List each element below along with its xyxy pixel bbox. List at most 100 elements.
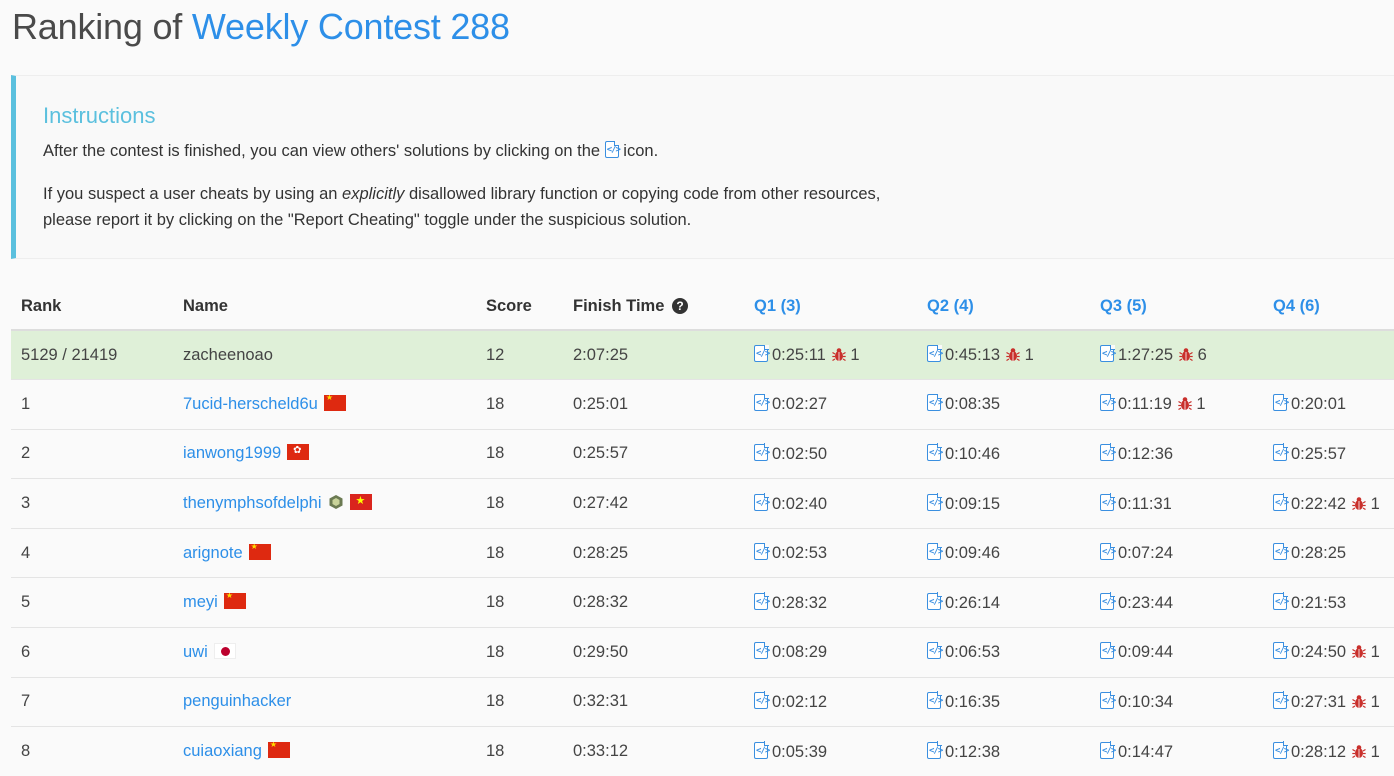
code-file-icon[interactable]: </> (1100, 344, 1116, 363)
code-file-icon[interactable]: </> (754, 592, 770, 610)
code-file-icon[interactable]: </> (1100, 592, 1116, 610)
code-file-icon[interactable]: </> (927, 741, 943, 759)
solve-time: 0:28:32 (772, 593, 828, 612)
wrong-attempts: 1 (1352, 693, 1380, 711)
rank-cell: 2 (11, 428, 173, 479)
user-link[interactable]: ianwong1999 (183, 444, 281, 462)
code-file-icon[interactable]: </> (1273, 542, 1289, 561)
solve-time: 0:07:24 (1118, 544, 1174, 563)
solve-time: 0:12:38 (945, 742, 1001, 761)
q3-cell: </> 0:12:36 (1090, 428, 1263, 479)
code-file-icon[interactable]: </> (754, 641, 770, 660)
code-file-icon[interactable]: </> (754, 493, 770, 511)
q1-cell: </> 0:05:39 (744, 726, 917, 776)
q2-cell: </> 0:26:14 (917, 577, 1090, 628)
code-file-icon[interactable]: </> (1273, 393, 1289, 412)
code-file-icon[interactable]: </> (1100, 393, 1116, 412)
instructions-text: After the contest is finished, you can v… (43, 142, 601, 160)
code-file-icon[interactable]: </> (1273, 493, 1289, 511)
instructions-line-3: please report it by clicking on the "Rep… (43, 211, 692, 229)
contest-link[interactable]: Weekly Contest 288 (192, 6, 510, 47)
code-file-icon[interactable]: </> (1273, 641, 1289, 660)
code-file-icon[interactable]: </> (1100, 691, 1116, 709)
rank-cell: 3 (11, 478, 173, 529)
header-q1[interactable]: Q1 (3) (744, 284, 917, 331)
user-link[interactable]: meyi (183, 593, 218, 611)
solve-time: 1:27:25 (1118, 346, 1174, 365)
code-file-icon[interactable]: </> (754, 443, 770, 461)
code-file-icon[interactable]: </> (754, 741, 770, 759)
header-q3[interactable]: Q3 (5) (1090, 284, 1263, 331)
code-file-icon[interactable]: </> (1100, 493, 1116, 511)
country-flag-icon (223, 593, 246, 610)
code-file-icon[interactable]: </> (1273, 691, 1289, 709)
name-cell: zacheenoao (173, 330, 476, 380)
code-file-icon[interactable]: </> (927, 443, 943, 461)
code-file-icon[interactable]: </> (1100, 443, 1116, 461)
name-cell: meyi (173, 577, 476, 628)
code-file-icon[interactable]: </> (927, 592, 943, 610)
code-file-icon[interactable]: </> (927, 691, 943, 709)
solve-time: 0:25:57 (1291, 444, 1347, 463)
table-row: 3thenymphsofdelphi180:27:42</>0:02:40</>… (11, 478, 1394, 529)
header-q2[interactable]: Q2 (4) (917, 284, 1090, 331)
code-file-icon[interactable]: </> (1100, 542, 1116, 561)
code-file-icon[interactable]: </> (927, 641, 943, 660)
code-file-icon[interactable]: </> (927, 542, 943, 561)
code-file-icon[interactable]: </> (754, 393, 770, 412)
instructions-text: icon. (623, 142, 659, 160)
question-circle-icon[interactable]: ? (671, 298, 688, 314)
user-link[interactable]: arignote (183, 544, 243, 562)
q4-cell: </> 0:28:25 (1263, 527, 1394, 578)
code-file-icon[interactable]: </> (754, 344, 770, 363)
code-file-icon[interactable]: </> (927, 344, 943, 363)
code-file-icon[interactable]: </> (1100, 641, 1116, 660)
wrong-attempts: 1 (832, 346, 860, 364)
code-file-icon[interactable]: </> (1100, 741, 1116, 759)
name-cell: uwi (173, 627, 476, 678)
finish-time-cell: 0:33:12 (563, 726, 744, 776)
code-file-icon[interactable]: </> (754, 691, 770, 709)
code-file-icon[interactable]: </> (1273, 741, 1289, 759)
code-file-icon[interactable]: </> (1273, 443, 1289, 461)
header-q4[interactable]: Q4 (6) (1263, 284, 1394, 331)
name-cell: 7ucid-herscheld6u (173, 379, 476, 430)
finish-time-cell: 0:25:57 (563, 428, 744, 479)
score-cell: 18 (476, 428, 563, 479)
score-cell: 18 (476, 379, 563, 430)
user-link[interactable]: penguinhacker (183, 692, 291, 710)
code-file-icon[interactable]: </> (927, 493, 943, 511)
wrong-attempts: 1 (1352, 643, 1380, 661)
wrong-count: 1 (1370, 494, 1380, 513)
user-link[interactable]: uwi (183, 643, 208, 661)
instructions-text: disallowed library function or copying c… (408, 185, 881, 203)
code-file-icon[interactable]: </> (1273, 592, 1289, 610)
q4-cell: </> 0:24:50 1 (1263, 627, 1394, 678)
instructions-line-1: After the contest is finished, you can v… (43, 138, 658, 164)
country-flag-icon (323, 394, 346, 411)
user-link[interactable]: 7ucid-herscheld6u (183, 395, 318, 413)
instructions-line-2: If you suspect a user cheats by using an… (43, 181, 880, 207)
q4-cell: </> 0:28:12 1 (1263, 726, 1394, 776)
bug-icon (1178, 397, 1192, 411)
code-file-icon[interactable]: </> (927, 393, 943, 412)
solve-time: 0:10:46 (945, 444, 1001, 463)
q4-cell: </> 0:25:57 (1263, 428, 1394, 479)
q4-cell: </> 0:20:01 (1263, 379, 1394, 430)
rank-cell: 5129 / 21419 (11, 330, 173, 380)
code-file-icon[interactable]: </> (754, 542, 770, 561)
wrong-count: 1 (1196, 395, 1206, 414)
q1-cell: </> 0:02:12 (744, 676, 917, 727)
solve-time: 0:25:11 (772, 346, 826, 365)
wrong-attempts: 1 (1352, 495, 1380, 513)
solve-time: 0:11:19 (1118, 395, 1172, 414)
user-name: zacheenoao (183, 345, 273, 364)
rank-cell: 8 (11, 726, 173, 776)
rank-cell: 1 (11, 379, 173, 430)
solve-time: 0:10:34 (1118, 692, 1174, 711)
ranking-rows: 5129 / 21419 zacheenoao 12 2:07:25 </> 0:25:1… (11, 330, 1394, 776)
solve-time: 0:02:27 (772, 395, 828, 414)
table-row: 6 uwi 18 0:29:50 </> 0:08:29 </> 0:06:53 </> 0:09… (11, 627, 1394, 678)
user-link[interactable]: cuiaoxiang (183, 742, 262, 760)
user-link[interactable]: thenymphsofdelphi (183, 494, 322, 512)
